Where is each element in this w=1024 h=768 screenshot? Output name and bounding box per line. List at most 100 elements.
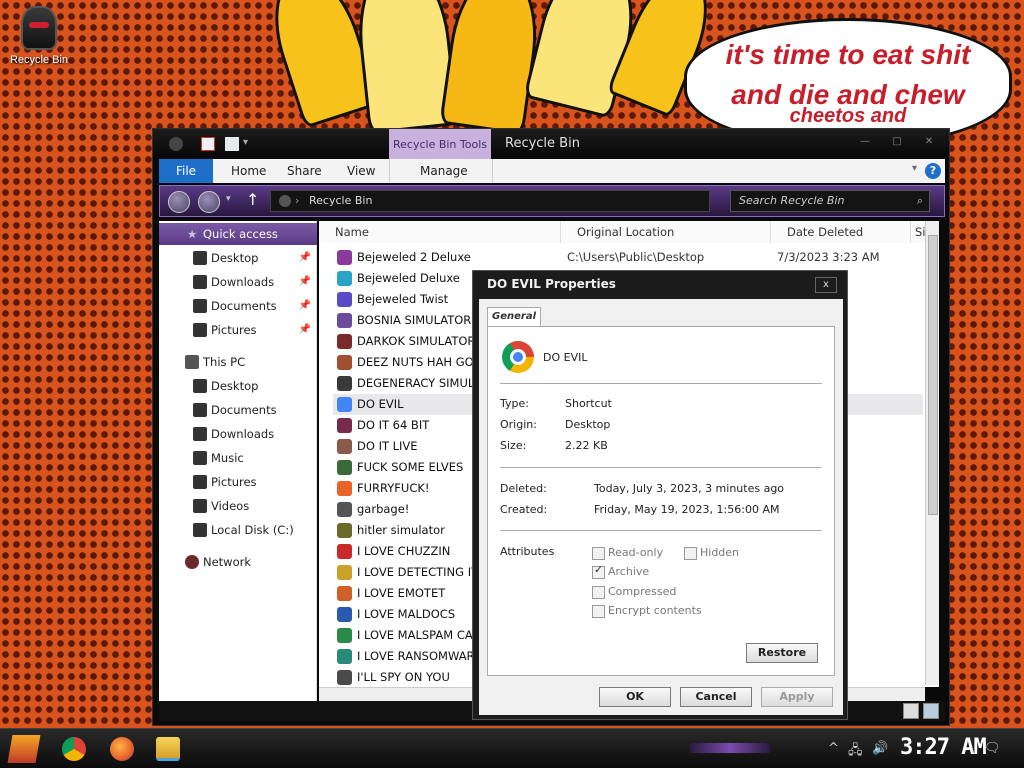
back-button[interactable] [168,191,190,213]
origin-value: Desktop [565,418,611,431]
properties-icon[interactable] [201,137,215,151]
ok-button[interactable]: OK [599,687,671,707]
firefox-taskbar-icon[interactable] [110,737,134,761]
address-text: Recycle Bin [309,194,373,207]
tab-share[interactable]: Share [287,159,322,183]
wallpaper-flames [250,0,720,130]
column-name[interactable]: Name [319,221,561,243]
file-explorer-taskbar-icon[interactable] [156,737,180,761]
properties-dialog: DO EVIL Properties x General DO EVIL Typ… [472,270,848,720]
file-name-cell: FURRYFUCK! [357,481,430,495]
search-input[interactable]: Search Recycle Bin ⌕ [730,190,930,212]
forward-button[interactable] [198,191,220,213]
file-icon [337,649,352,664]
recent-locations-icon[interactable]: ▾ [226,194,231,204]
star-icon: ★ [187,227,198,241]
divider [500,383,822,384]
apply-button[interactable]: Apply [761,687,833,707]
taskbar-decoration [690,743,770,753]
nav-item-documents[interactable]: Documents 📌 [159,295,317,317]
file-name-cell: DEEZ NUTS HAH GOTTI [357,355,491,369]
start-button[interactable] [7,735,41,763]
computer-icon [185,355,199,369]
file-name-cell: Bejeweled Twist [357,292,449,306]
minimize-button[interactable]: — [851,135,879,151]
nav-pc-documents[interactable]: Documents [159,399,317,421]
tab-general[interactable]: General [487,307,541,327]
scroll-thumb[interactable] [928,235,938,515]
maximize-button[interactable]: □ [883,135,911,151]
help-button[interactable]: ? [925,163,941,179]
new-folder-icon[interactable] [225,137,239,151]
documents-icon [193,403,207,417]
recycle-bin-tools-tab[interactable]: Recycle Bin Tools [389,129,491,159]
nav-this-pc[interactable]: This PC [159,351,317,373]
cancel-button[interactable]: Cancel [680,687,752,707]
file-icon [337,523,352,538]
column-original-location[interactable]: Original Location [561,221,771,243]
divider [500,467,822,468]
attributes-label: Attributes [500,545,555,558]
taskbar: ^ 🖧 🔊 3:27 AM 🗨 [0,728,1024,768]
chrome-taskbar-icon[interactable] [62,737,86,761]
nav-pc-local-disk[interactable]: Local Disk (C:) [159,519,317,541]
nav-pc-music[interactable]: Music [159,447,317,469]
music-icon [193,451,207,465]
speech-line-3: cheetos and [789,105,907,127]
network-tray-icon[interactable]: 🖧 [848,741,863,763]
nav-label: Documents [211,299,277,313]
tab-manage[interactable]: Manage [420,159,468,183]
clock[interactable]: 3:27 AM [900,735,987,760]
address-bar[interactable]: › Recycle Bin [270,190,710,212]
file-name-cell: FUCK SOME ELVES [357,460,464,474]
nav-pc-videos[interactable]: Videos [159,495,317,517]
dialog-body: General DO EVIL Type: Shortcut Origin: D… [479,299,843,715]
show-hidden-icons-icon[interactable]: ^ [828,741,839,756]
up-arrow-icon[interactable]: ↑ [246,190,259,209]
nav-pc-pictures[interactable]: Pictures [159,471,317,493]
chevron-down-icon[interactable]: ▾ [243,137,257,151]
network-icon [185,555,199,569]
pictures-icon [193,475,207,489]
tab-file[interactable]: File [159,159,213,183]
file-icon [337,271,352,286]
nav-pc-desktop[interactable]: Desktop [159,375,317,397]
nav-pc-downloads[interactable]: Downloads [159,423,317,445]
tab-home[interactable]: Home [231,159,266,183]
tab-view[interactable]: View [347,159,375,183]
table-row[interactable]: Bejeweled 2 Deluxe C:\Users\Public\Deskto… [333,247,923,268]
created-value: Friday, May 19, 2023, 1:56:00 AM [594,503,780,516]
title-bar: ▾ Recycle Bin Tools Recycle Bin — □ ✕ [153,129,949,159]
readonly-checkbox[interactable]: Read-only [592,546,663,560]
nav-item-desktop[interactable]: Desktop 📌 [159,247,317,269]
dialog-close-button[interactable]: x [815,277,837,293]
file-name-cell: Bejeweled 2 Deluxe [357,250,471,264]
file-name-cell: BOSNIA SIMULATOR [357,313,472,327]
pictures-icon [193,323,207,337]
nav-quick-access[interactable]: ★ Quick access [159,223,317,245]
encrypt-checkbox[interactable]: Encrypt contents [592,604,702,618]
archive-checkbox[interactable]: Archive [592,563,649,579]
close-button[interactable]: ✕ [915,135,943,151]
vertical-scrollbar[interactable] [925,221,939,685]
file-icon [337,313,352,328]
recycle-bin-desktop-icon[interactable]: Recycle Bin [8,6,70,66]
column-date-deleted[interactable]: Date Deleted [771,221,911,243]
nav-item-downloads[interactable]: Downloads 📌 [159,271,317,293]
nav-quick-access-label: Quick access [203,227,278,241]
details-view-icon[interactable] [903,703,919,719]
nav-network[interactable]: Network [159,551,317,573]
hidden-checkbox[interactable]: Hidden [684,546,739,560]
type-value: Shortcut [565,397,612,410]
nav-label: Pictures [211,323,257,337]
downloads-icon [193,275,207,289]
expand-ribbon-icon[interactable]: ▾ [912,163,917,174]
large-icons-view-icon[interactable] [923,703,939,719]
recycle-bin-icon [21,6,57,50]
volume-icon[interactable]: 🔊 [872,741,888,756]
nav-item-pictures[interactable]: Pictures 📌 [159,319,317,341]
dialog-title: DO EVIL Properties [487,277,616,291]
notifications-icon[interactable]: 🗨 [984,741,1001,756]
compressed-checkbox[interactable]: Compressed [592,585,676,599]
restore-button[interactable]: Restore [746,643,818,663]
